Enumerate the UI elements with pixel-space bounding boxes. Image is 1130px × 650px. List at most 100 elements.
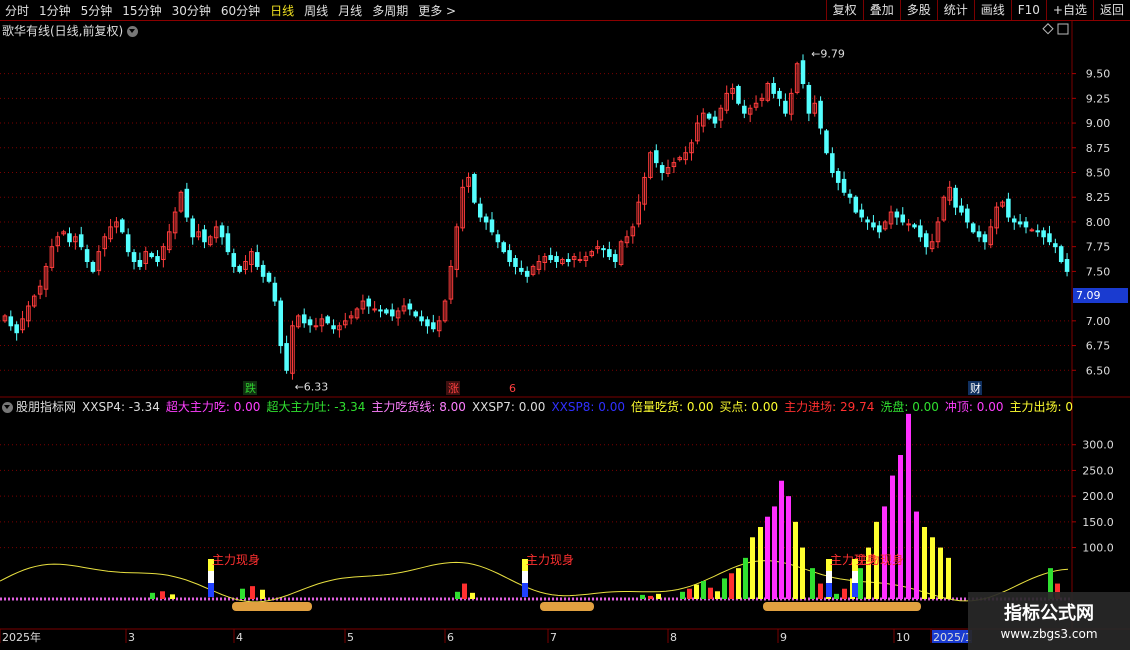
candle-body	[982, 234, 988, 243]
period-tab[interactable]: 日线	[265, 2, 299, 19]
tool-button[interactable]: 复权	[825, 0, 863, 20]
low-price-label: ←6.33	[295, 380, 329, 393]
candle-body	[577, 259, 583, 262]
candle-body	[841, 178, 847, 193]
period-tab[interactable]: 60分钟	[216, 2, 265, 19]
indicator-bar	[890, 475, 895, 599]
candle-body	[389, 309, 395, 317]
candle-body	[225, 233, 231, 253]
event-marker: 跌	[245, 381, 256, 395]
period-toolbar: 分时 1分钟 5分钟 15分钟 30分钟 60分钟 日线 周线 月线 多周期 更多 > 复权 叠加 多股…	[0, 0, 1130, 21]
candle-body	[84, 249, 90, 262]
indicator-value: XXSP4: -3.34	[82, 400, 160, 414]
indicator-name: 股朋指标网	[16, 400, 77, 414]
signal-block-mid	[522, 571, 528, 583]
time-label: 5	[347, 631, 354, 644]
indicator-bar	[648, 595, 653, 599]
candle-body	[495, 234, 501, 243]
signal-block-bottom	[852, 583, 858, 597]
price-tick-label: 9.50	[1086, 68, 1111, 81]
period-tab[interactable]: 5分钟	[76, 2, 118, 19]
indicator-bar	[938, 547, 943, 599]
price-tick-label: 8.50	[1086, 167, 1111, 180]
tool-button[interactable]: +自选	[1045, 0, 1093, 20]
candle-body	[923, 233, 929, 248]
candle-body	[906, 223, 911, 226]
indicator-values: XXSP4: -3.34 超大主力吃: 0.00 超大主力吐: -3.34 主力吃货线…	[82, 400, 1074, 414]
candle-body	[372, 308, 377, 311]
signal-label: 主力现身	[526, 552, 574, 567]
candle-body	[1053, 243, 1058, 248]
indicator-bar	[810, 568, 815, 599]
candle-body	[1017, 221, 1023, 225]
tool-button[interactable]: 返回	[1092, 0, 1130, 20]
signal-block-bottom	[826, 583, 832, 597]
period-tab[interactable]: 周线	[299, 2, 333, 19]
candle-body	[266, 272, 272, 282]
candle-body	[970, 223, 976, 233]
indicator-value: XXSP7: 0.00	[471, 400, 546, 414]
indicator-value: 冲顶: 0.00	[944, 400, 1004, 414]
indicator-tick-label: 250.0	[1082, 464, 1114, 477]
indicator-value: 买点: 0.00	[719, 400, 779, 414]
indicator-bar	[946, 557, 951, 599]
candle-body	[900, 214, 906, 223]
candle-body	[483, 216, 489, 223]
candle-body	[125, 234, 131, 253]
event-marker: 6	[509, 382, 516, 395]
main-chart-title: 歌华有线(日线,前复权)	[2, 22, 139, 39]
period-tab[interactable]: 月线	[333, 2, 367, 19]
period-tab[interactable]: 30分钟	[167, 2, 216, 19]
indicator-bar	[722, 578, 727, 599]
candle-body	[771, 83, 776, 94]
indicator-bar	[160, 591, 165, 599]
candle-body	[184, 188, 190, 218]
accumulation-zone	[540, 602, 594, 611]
candle-body	[507, 250, 512, 263]
tool-button[interactable]: 画线	[973, 0, 1011, 20]
indicator-bar	[858, 568, 863, 599]
period-tab[interactable]: 15分钟	[117, 2, 166, 19]
candle-body	[325, 316, 330, 324]
candle-body	[202, 229, 207, 243]
chevron-down-icon[interactable]	[2, 402, 13, 413]
chevron-down-icon[interactable]	[127, 26, 139, 37]
tool-button[interactable]: 叠加	[862, 0, 900, 20]
watermark-logo: 指标公式网 www.zbgs3.com	[968, 592, 1130, 650]
tool-button[interactable]: F10	[1010, 0, 1046, 20]
candle-body	[260, 264, 266, 277]
event-marker: 涨	[448, 382, 459, 395]
indicator-value: XXSP8: 0.00	[551, 400, 625, 414]
price-tick-label: 8.25	[1086, 191, 1111, 204]
tool-button[interactable]: 多股	[899, 0, 937, 20]
time-label: 2025年	[2, 630, 41, 644]
candle-body	[278, 300, 283, 347]
period-tab[interactable]: 1分钟	[34, 2, 76, 19]
last-price-badge: 7.09	[1073, 288, 1128, 303]
tool-button[interactable]: 统计	[936, 0, 974, 20]
indicator-bar	[772, 506, 777, 599]
indicator-bar	[656, 593, 661, 599]
kline-chart[interactable]: 9.50 9.25 9.00 8.75 8.50 8.25 8.00 7.75 7.50 7.00…	[0, 21, 1130, 650]
period-tab[interactable]: 更多 >	[413, 2, 461, 19]
indicator-bar	[240, 588, 245, 599]
candle-body	[742, 105, 747, 114]
candle-body	[149, 253, 154, 258]
indicator-bar	[736, 568, 741, 599]
indicator-bar	[842, 588, 847, 599]
indicator-bar	[898, 455, 903, 599]
indicator-bar	[715, 591, 720, 599]
candle-body	[155, 256, 160, 263]
candle-body	[806, 84, 812, 114]
period-tab[interactable]: 分时	[0, 2, 34, 19]
candle-body	[835, 171, 841, 183]
indicator-title-bar: 股朋指标网 XXSP4: -3.34 超大主力吃: 0.00 超大主力吐: -3.34…	[2, 398, 1074, 415]
indicator-bar	[765, 516, 770, 599]
candle-body	[912, 224, 917, 228]
period-tab[interactable]: 多周期	[367, 2, 413, 19]
candle-body	[284, 343, 289, 371]
indicator-value: 倍量吃货: 0.00	[630, 400, 714, 414]
time-label: 3	[128, 631, 135, 644]
indicator-value: 超大主力吐: -3.34	[266, 400, 366, 414]
candle-body	[800, 60, 806, 84]
